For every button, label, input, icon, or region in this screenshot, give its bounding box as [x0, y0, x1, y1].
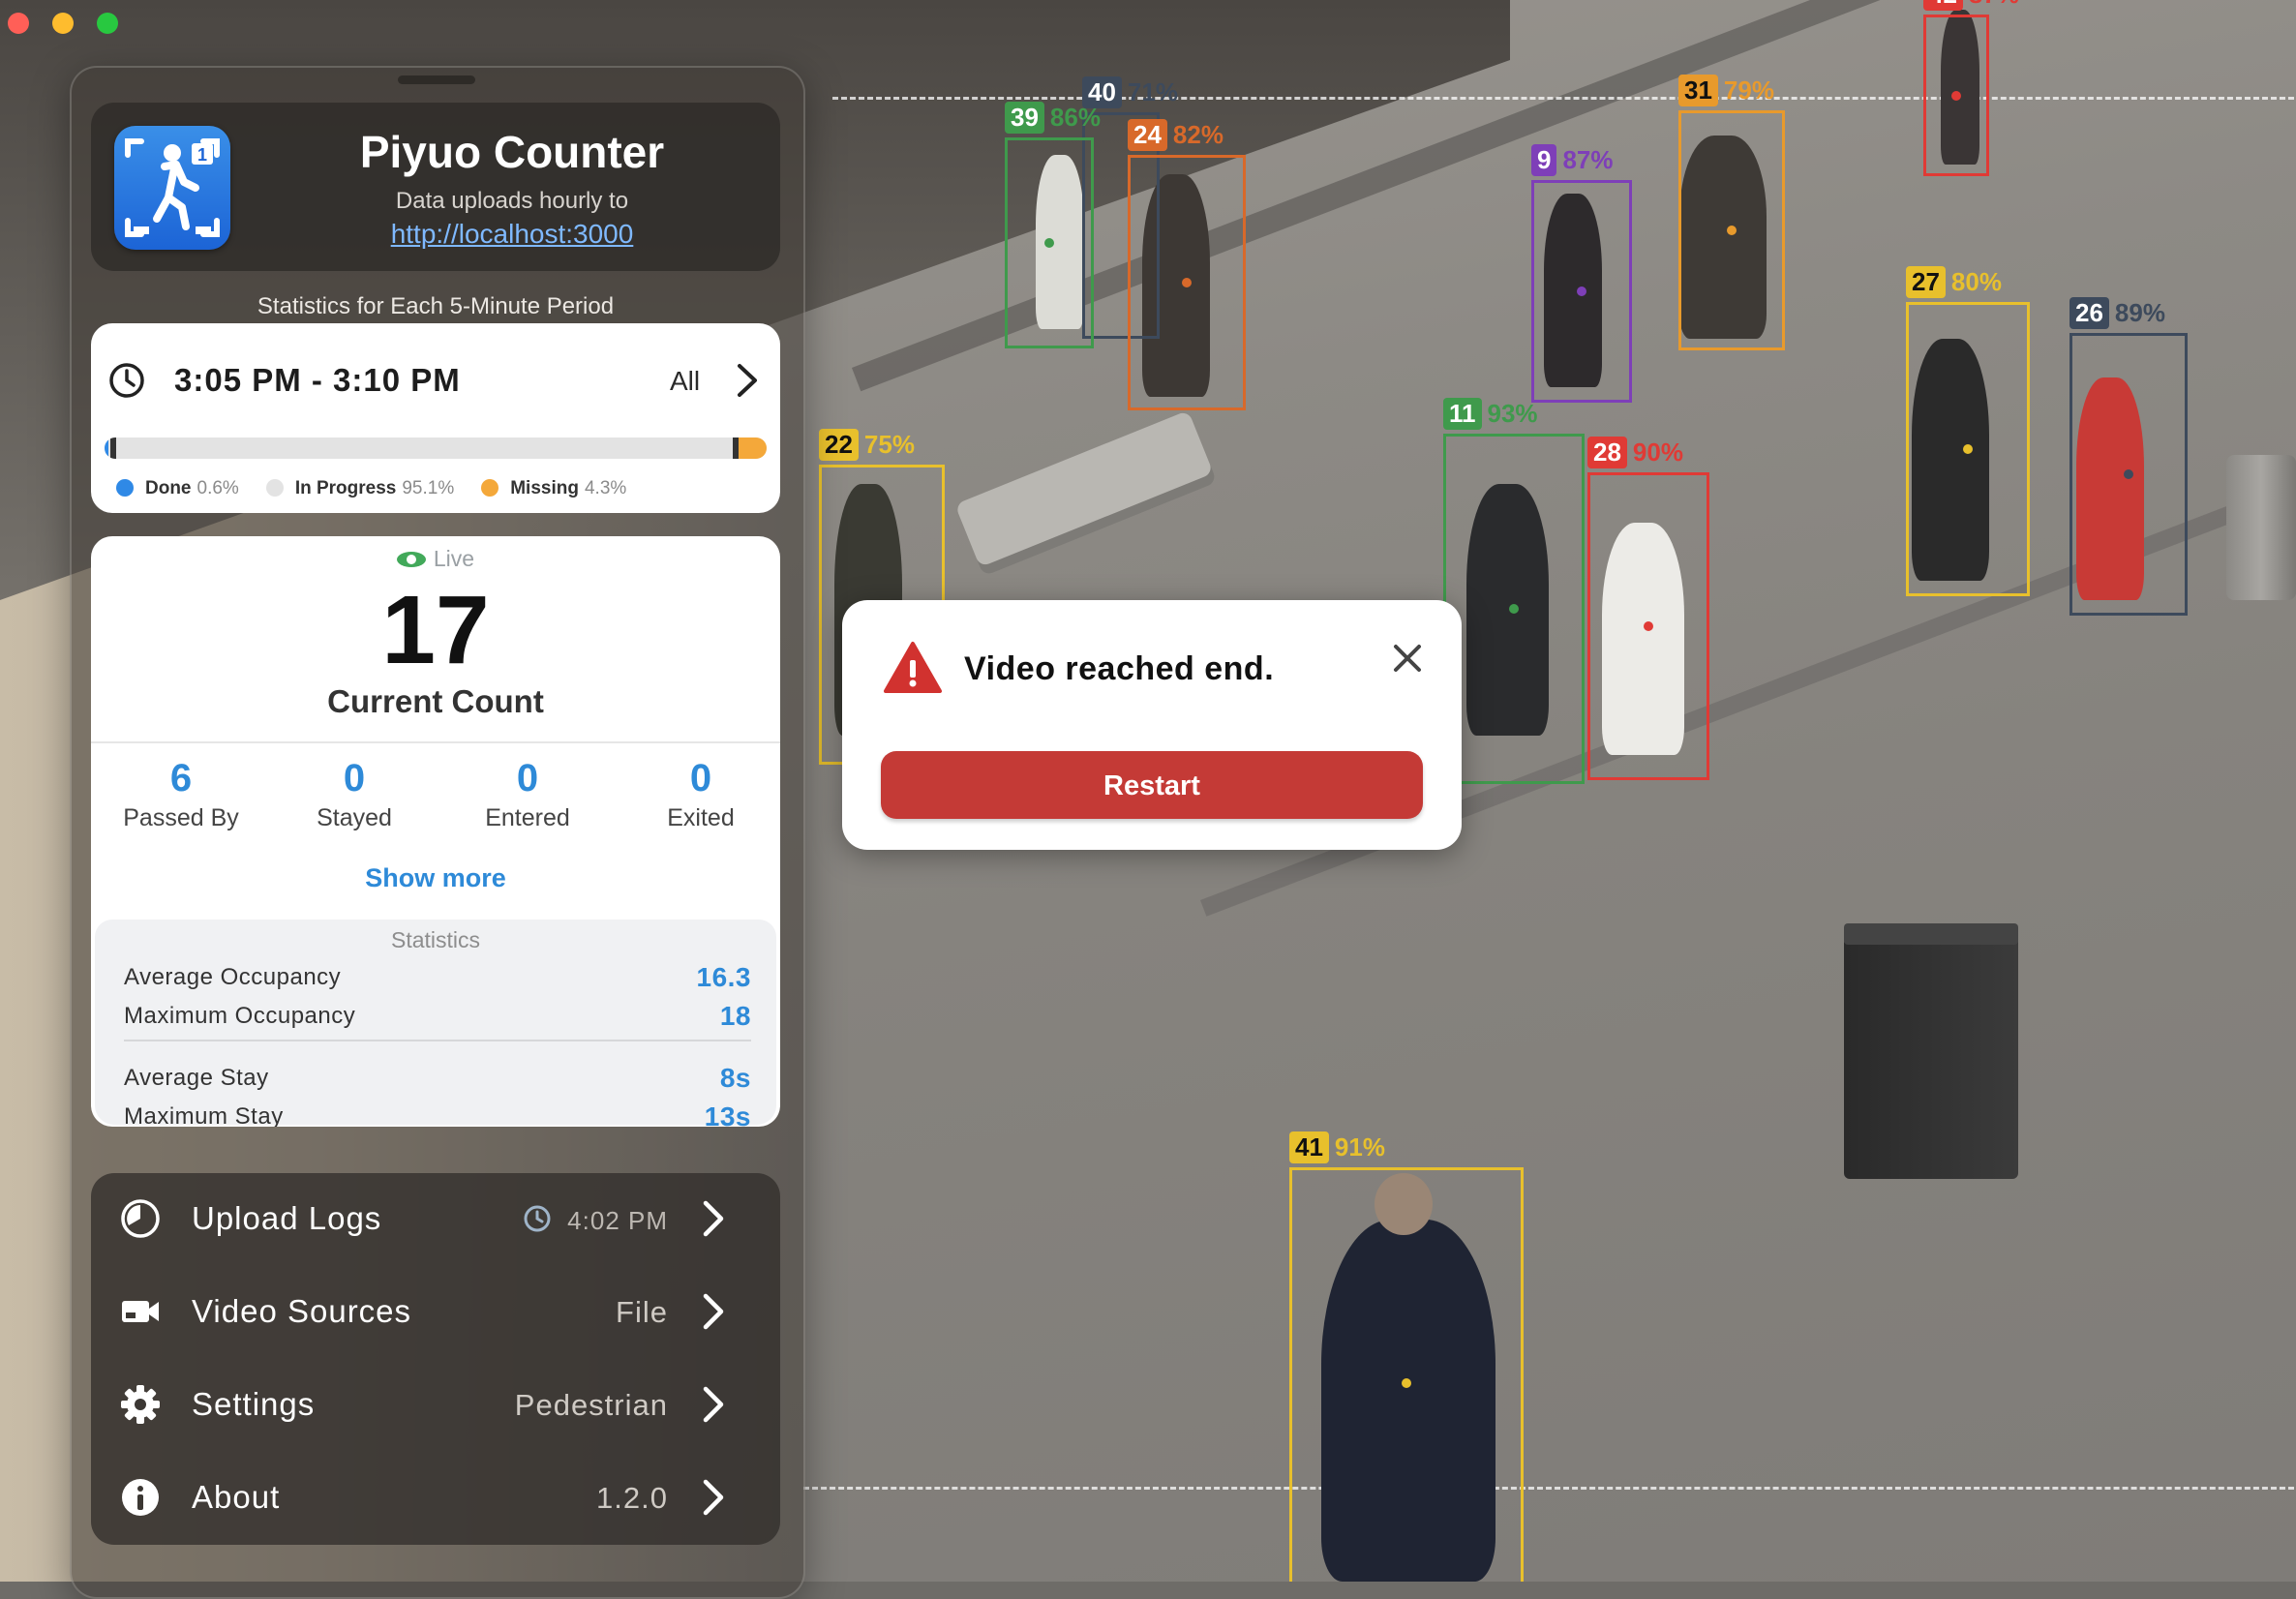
menu-item-video-sources[interactable]: Video Sources File	[91, 1266, 780, 1357]
warning-icon	[884, 642, 942, 693]
live-indicator: Live	[91, 546, 780, 572]
video-end-dialog: Video reached end. Restart	[842, 600, 1462, 850]
current-count-value: 17	[381, 576, 490, 684]
clock-icon	[524, 1205, 551, 1232]
detection-box: 28 90%	[1587, 437, 1709, 780]
period-card[interactable]: 3:05 PM - 3:10 PM All Done 0.6% In Progre…	[91, 323, 780, 513]
street-bin	[1844, 923, 2018, 1179]
window-minimize-button[interactable]	[52, 13, 74, 34]
menu-label: Video Sources	[192, 1293, 412, 1329]
window-close-button[interactable]	[8, 13, 29, 34]
chevron-right-icon	[703, 1479, 724, 1516]
chevron-right-icon	[703, 1293, 724, 1330]
stat-row-maximum-stay: Maximum Stay 13s	[124, 1101, 751, 1127]
current-count-label: Current Count	[327, 683, 544, 719]
divider	[91, 741, 780, 743]
menu-label: About	[192, 1479, 281, 1515]
app-header: 1 Piyuo Counter Data uploads hourly to h…	[91, 103, 780, 271]
menu-value: Pedestrian	[514, 1388, 668, 1422]
chevron-right-icon	[703, 1200, 724, 1237]
counting-line-bottom	[803, 1487, 2294, 1490]
window-zoom-button[interactable]	[97, 13, 118, 34]
detection-box: 41 91%	[1289, 1131, 1524, 1582]
legend-done: Done 0.6%	[116, 478, 239, 499]
chevron-right-icon[interactable]	[734, 362, 761, 399]
clock-icon	[109, 363, 144, 398]
menu-item-upload-logs[interactable]: Upload Logs 4:02 PM	[91, 1173, 780, 1264]
pedestrian-crossing-icon: 1	[114, 126, 230, 250]
progress-legend: Done 0.6% In Progress 95.1% Missing 4.3%	[116, 478, 626, 499]
legend-in-progress: In Progress 95.1%	[265, 478, 454, 499]
stat-row-maximum-occupancy: Maximum Occupancy 18	[124, 1001, 751, 1031]
stat-stayed: 0 Stayed	[317, 757, 392, 831]
menu-value: 4:02 PM	[567, 1206, 668, 1235]
detection-box: 26 89%	[2069, 297, 2188, 616]
stat-row-average-stay: Average Stay 8s	[124, 1063, 751, 1093]
app-subtitle: Data uploads hourly to	[395, 188, 629, 214]
menu-item-settings[interactable]: Settings Pedestrian	[91, 1359, 780, 1450]
show-more-button[interactable]: Show more	[91, 863, 780, 893]
video-camera-icon	[122, 1301, 159, 1322]
detection-box: 11 93%	[1443, 398, 1585, 784]
stat-entered: 0 Entered	[485, 757, 570, 831]
dialog-message: Video reached end.	[964, 650, 1275, 687]
chevron-right-icon	[703, 1386, 724, 1423]
side-panel: 1 Piyuo Counter Data uploads hourly to h…	[70, 66, 805, 1599]
period-section-label: Statistics for Each 5-Minute Period	[257, 293, 615, 319]
legend-missing: Missing 4.3%	[481, 478, 626, 499]
progress-done	[105, 437, 109, 459]
eye-icon	[396, 552, 426, 567]
info-icon	[122, 1479, 159, 1516]
detection-box: 27 80%	[1906, 266, 2030, 596]
period-filter[interactable]: All	[670, 366, 700, 397]
menu-item-about[interactable]: About 1.2.0	[91, 1452, 780, 1543]
restart-button[interactable]: Restart	[881, 751, 1423, 819]
gear-icon	[121, 1385, 160, 1424]
menu-label: Upload Logs	[192, 1200, 382, 1236]
menu-value: File	[616, 1295, 668, 1329]
svg-text:1: 1	[197, 145, 207, 165]
detection-box: 31 79%	[1678, 75, 1785, 350]
detection-box: 9 87%	[1531, 144, 1632, 403]
upload-logs-icon	[121, 1199, 160, 1238]
trash-can	[2226, 455, 2296, 600]
count-card: Live 17 Current Count 6 Passed By 0 Stayed…	[91, 536, 780, 1127]
period-range: 3:05 PM - 3:10 PM	[174, 362, 461, 398]
progress-missing	[738, 437, 767, 459]
period-progress-bar	[105, 437, 767, 459]
detection-box: 39 86%	[1005, 102, 1101, 348]
stat-exited: 0 Exited	[667, 757, 735, 831]
app-title: Piyuo Counter	[359, 127, 665, 177]
bench	[954, 409, 1214, 568]
menu-label: Settings	[192, 1386, 316, 1422]
detection-box: 24 82%	[1128, 119, 1246, 410]
progress-start-marker	[110, 437, 116, 459]
menu-value: 1.2.0	[596, 1481, 668, 1515]
stat-passed-by: 6 Passed By	[123, 757, 239, 831]
menu-card: Upload Logs 4:02 PM Video Sources File S…	[91, 1173, 780, 1545]
statistics-title: Statistics	[390, 927, 481, 952]
panel-grabber[interactable]	[398, 75, 475, 84]
statistics-divider	[124, 1040, 751, 1041]
upload-url-link[interactable]: http://localhost:3000	[256, 219, 769, 250]
detection-box: 4287%	[1923, 0, 2019, 176]
statistics-panel: Statistics Average Occupancy 16.3 Maximum…	[95, 920, 776, 1127]
stat-row-average-occupancy: Average Occupancy 16.3	[124, 962, 751, 992]
counting-line-top	[832, 97, 2294, 100]
close-icon[interactable]	[1388, 639, 1427, 678]
